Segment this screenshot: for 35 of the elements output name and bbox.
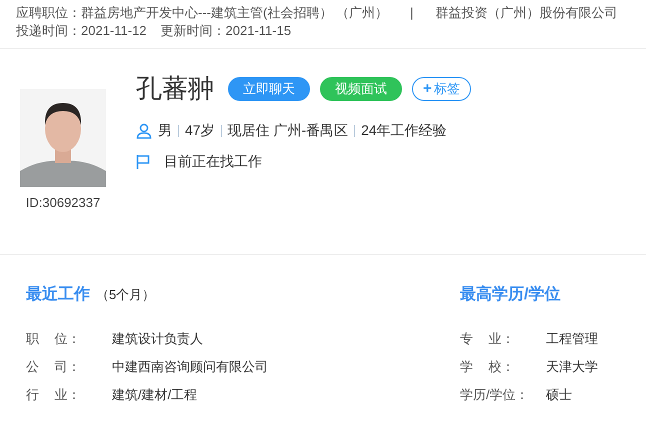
person-icon [136, 122, 152, 138]
candidate-id: ID:30692337 [26, 194, 100, 212]
video-interview-button[interactable]: 视频面试 [320, 76, 402, 100]
candidate-name: 孔蕃翀 [136, 72, 214, 105]
chat-button[interactable]: 立即聊天 [228, 76, 310, 100]
delivered-label: 投递时间： [16, 22, 81, 40]
profile-fact: 男 [158, 121, 172, 140]
updated-date: 2021-11-15 [226, 22, 292, 40]
delivered-date: 2021-11-12 [81, 22, 147, 40]
company-name: 群益投资（广州）股份有限公司 [435, 4, 618, 22]
field-value: 建筑/建材/工程 [112, 386, 198, 404]
field-value: 天津大学 [546, 358, 598, 376]
field-label: 公 司： [26, 358, 82, 376]
field-value: 中建西南咨询顾问有限公司 [112, 358, 268, 376]
field-label: 专 业： [460, 330, 516, 348]
field-label: 行 业： [26, 386, 82, 404]
field-label: 学 校： [460, 358, 516, 376]
separator: | [410, 4, 414, 22]
field-label: 职 位： [26, 330, 82, 348]
updated-label: 更新时间： [160, 22, 226, 40]
work-duration: （5个月） [96, 286, 156, 304]
profile-fact: 现居住 广州-番禺区 [228, 121, 348, 140]
field-value: 建筑设计负责人 [112, 330, 203, 348]
job-status: 目前正在找工作 [164, 152, 262, 171]
profile-fact: 24年工作经验 [361, 121, 447, 140]
profile-fact: 47岁 [185, 121, 215, 140]
position-label: 应聘职位： [16, 4, 81, 22]
section-title: 最近工作 [26, 284, 90, 305]
field-label: 学历/学位： [460, 386, 530, 404]
field-value: 硕士 [546, 386, 572, 404]
field-value: 工程管理 [546, 330, 598, 348]
flag-icon [136, 154, 150, 170]
section-title: 最高学历/学位 [460, 286, 560, 303]
position-title: 群益房地产开发中心---建筑主管(社会招聘） （广州） [81, 4, 388, 22]
tag-button[interactable]: +标签 [412, 76, 471, 100]
